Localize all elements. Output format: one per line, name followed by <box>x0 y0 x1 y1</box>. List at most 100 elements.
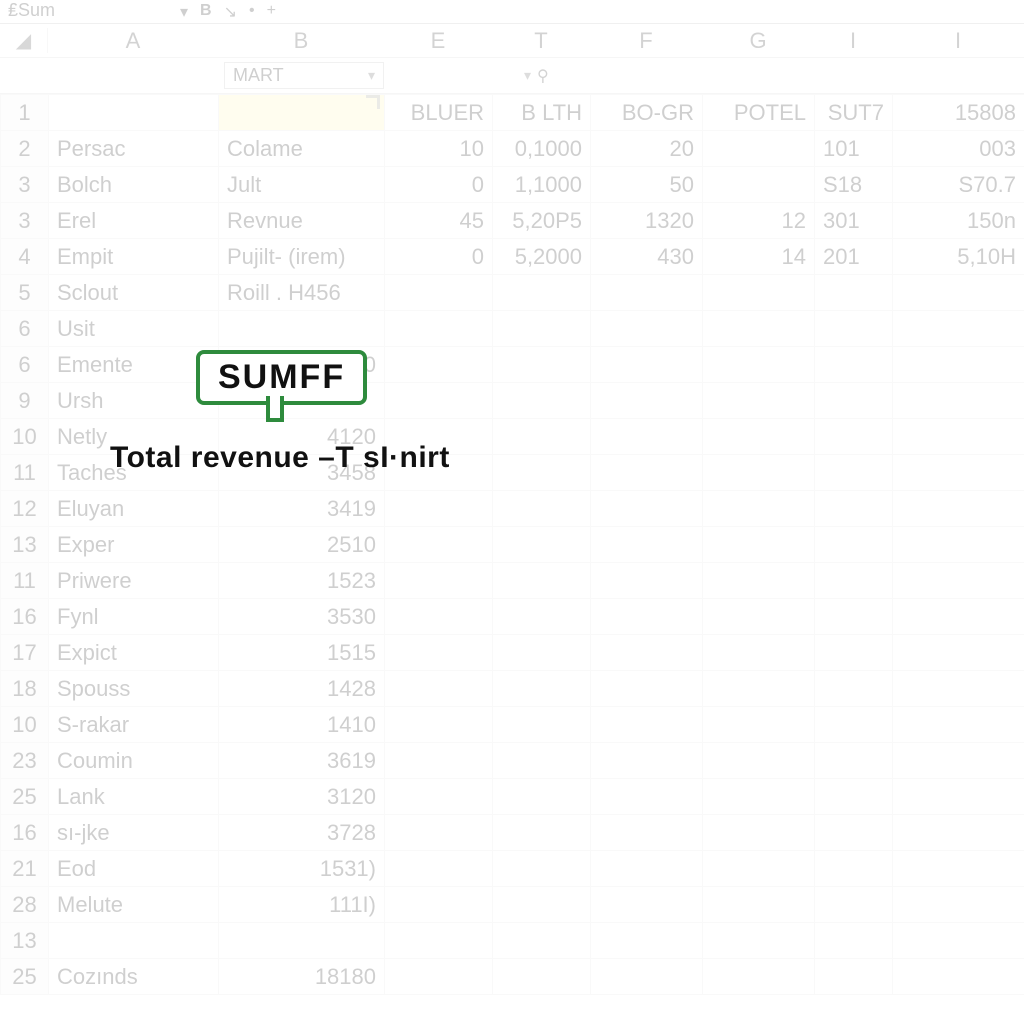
cell[interactable] <box>893 671 1024 707</box>
cell[interactable] <box>591 707 703 743</box>
cell[interactable] <box>815 455 893 491</box>
cell[interactable]: 3419 <box>219 491 385 527</box>
cell[interactable] <box>893 923 1024 959</box>
dot-icon[interactable]: • <box>249 2 255 22</box>
cell[interactable]: 1531) <box>219 851 385 887</box>
cell[interactable] <box>893 707 1024 743</box>
cell[interactable] <box>493 743 591 779</box>
cell[interactable] <box>703 347 815 383</box>
cell[interactable] <box>385 959 493 995</box>
cell[interactable] <box>385 815 493 851</box>
cell[interactable]: 1523 <box>219 563 385 599</box>
cell[interactable] <box>893 347 1024 383</box>
cell[interactable] <box>591 275 703 311</box>
cell[interactable] <box>385 491 493 527</box>
row-number[interactable]: 13 <box>1 923 49 959</box>
row-number[interactable]: 6 <box>1 311 49 347</box>
cell[interactable] <box>893 815 1024 851</box>
cell[interactable]: 1,1000 <box>493 167 591 203</box>
row-number[interactable]: 28 <box>1 887 49 923</box>
cell[interactable] <box>815 671 893 707</box>
cell[interactable]: Persac <box>49 131 219 167</box>
cell[interactable] <box>591 563 703 599</box>
cell[interactable] <box>893 563 1024 599</box>
row-number[interactable]: 16 <box>1 815 49 851</box>
cell[interactable] <box>893 635 1024 671</box>
cell[interactable] <box>893 779 1024 815</box>
cell[interactable] <box>385 635 493 671</box>
row-number[interactable]: 21 <box>1 851 49 887</box>
col-header-G[interactable]: G <box>702 28 814 54</box>
cell[interactable]: 14 <box>703 239 815 275</box>
row-number[interactable]: 3 <box>1 167 49 203</box>
cell[interactable] <box>815 851 893 887</box>
col-header-T[interactable]: T <box>492 28 590 54</box>
row-number[interactable]: 3 <box>1 203 49 239</box>
cell[interactable] <box>703 167 815 203</box>
cell[interactable] <box>591 419 703 455</box>
cell[interactable]: 150n <box>893 203 1024 239</box>
cell[interactable]: 5,2000 <box>493 239 591 275</box>
row-number[interactable]: 10 <box>1 707 49 743</box>
cell[interactable]: 1515 <box>219 635 385 671</box>
select-all-triangle[interactable]: ◢ <box>0 28 48 53</box>
cell[interactable] <box>703 599 815 635</box>
row-number[interactable]: 13 <box>1 527 49 563</box>
cell[interactable]: S70.7 <box>893 167 1024 203</box>
cell[interactable] <box>703 887 815 923</box>
cell[interactable] <box>493 383 591 419</box>
cell[interactable] <box>493 455 591 491</box>
cell[interactable]: Priwere <box>49 563 219 599</box>
col-label[interactable]: B LTH <box>493 95 591 131</box>
cell[interactable]: 0,1000 <box>493 131 591 167</box>
cell[interactable] <box>385 527 493 563</box>
cell[interactable] <box>703 743 815 779</box>
cell[interactable] <box>591 383 703 419</box>
cell[interactable] <box>385 707 493 743</box>
cell[interactable] <box>49 923 219 959</box>
cell[interactable] <box>893 275 1024 311</box>
cell[interactable] <box>385 851 493 887</box>
col-header-Ic[interactable]: I <box>814 28 892 54</box>
col-header-B[interactable]: B <box>218 28 384 54</box>
cell[interactable] <box>385 671 493 707</box>
row-number[interactable]: 2 <box>1 131 49 167</box>
cell[interactable]: 3530 <box>219 599 385 635</box>
cell[interactable]: 003 <box>893 131 1024 167</box>
cell[interactable] <box>385 599 493 635</box>
cell[interactable] <box>493 959 591 995</box>
cell[interactable] <box>493 707 591 743</box>
cell[interactable]: 20 <box>591 131 703 167</box>
cell[interactable]: 18180 <box>219 959 385 995</box>
cell[interactable] <box>219 923 385 959</box>
cell[interactable]: 1410 <box>219 707 385 743</box>
cell[interactable] <box>385 311 493 347</box>
col-header-E[interactable]: E <box>384 28 492 54</box>
cell[interactable] <box>591 815 703 851</box>
cell[interactable]: 1428 <box>219 671 385 707</box>
cell[interactable]: sı-jke <box>49 815 219 851</box>
col-header-F[interactable]: F <box>590 28 702 54</box>
cell[interactable] <box>385 563 493 599</box>
cell[interactable]: Melute <box>49 887 219 923</box>
row-number[interactable]: 17 <box>1 635 49 671</box>
arrow-icon[interactable]: ↘ <box>224 2 237 22</box>
cell[interactable] <box>893 383 1024 419</box>
cell[interactable]: Expict <box>49 635 219 671</box>
cell[interactable]: Exper <box>49 527 219 563</box>
cell[interactable]: S18 <box>815 167 893 203</box>
cell[interactable] <box>893 491 1024 527</box>
row-number[interactable]: 12 <box>1 491 49 527</box>
cell[interactable] <box>591 743 703 779</box>
cell[interactable] <box>893 311 1024 347</box>
cell[interactable] <box>591 491 703 527</box>
cell[interactable] <box>591 527 703 563</box>
cell[interactable] <box>493 923 591 959</box>
cell[interactable] <box>815 383 893 419</box>
row-number[interactable]: 18 <box>1 671 49 707</box>
cell[interactable] <box>703 923 815 959</box>
cell[interactable] <box>591 347 703 383</box>
cell[interactable] <box>493 491 591 527</box>
cell[interactable] <box>893 527 1024 563</box>
cell[interactable]: 12 <box>703 203 815 239</box>
